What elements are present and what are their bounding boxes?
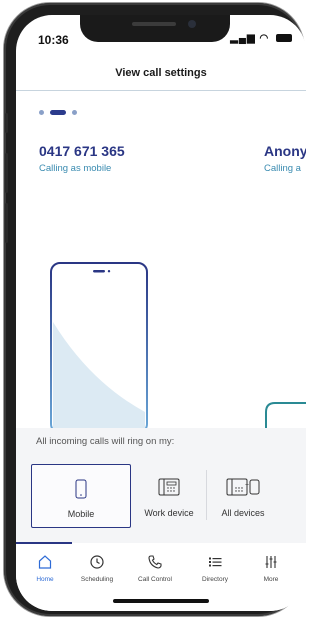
page-dot[interactable] [39,110,44,115]
ring-options-panel: All incoming calls will ring on my: Mobi… [16,428,306,543]
page-dot-active[interactable] [50,110,66,115]
tab-label: More [263,576,279,583]
tab-call-control[interactable]: Call Control [126,554,184,583]
line-subtitle: Calling as mobile [39,163,112,174]
tab-directory[interactable]: Directory [186,554,244,583]
tab-label: Directory [201,576,228,583]
battery-icon [276,34,292,43]
all-devices-icon: + [226,478,260,498]
option-divider [206,470,207,520]
tab-bar: Home Scheduling Call Control Directory M… [16,544,306,611]
clock-icon [90,555,104,569]
line-subtitle-next: Calling a [264,163,301,174]
home-indicator[interactable] [113,599,209,603]
home-icon [38,555,52,569]
mute-switch [5,113,8,133]
tab-scheduling[interactable]: Scheduling [68,554,126,583]
notch [80,15,230,42]
tab-more[interactable]: More [242,554,300,583]
list-icon [209,557,222,567]
page-title: View call settings [115,67,207,79]
status-icons: ▂▄▆ ◠ [230,33,292,44]
ring-option-all-devices[interactable]: + All devices [208,464,278,526]
ring-option-label: All devices [221,508,265,518]
tab-label: Scheduling [80,576,114,583]
signal-icon: ▂▄▆ [230,33,256,44]
wifi-icon: ◠ [259,33,270,44]
camera [188,20,196,28]
phone-handset-icon [148,555,162,569]
line-number[interactable]: 0417 671 365 [39,143,125,159]
page-dot[interactable] [72,110,77,115]
tab-home[interactable]: Home [16,554,74,583]
line-number-next[interactable]: Anony [264,143,306,159]
sliders-icon [265,556,277,568]
screen: 10:36 ▂▄▆ ◠ View call settings 0417 671 … [16,15,306,611]
ring-option-mobile[interactable]: Mobile [31,464,131,528]
mobile-illustration [50,262,148,432]
tab-label: Home [36,576,54,583]
phone-frame: 10:36 ▂▄▆ ◠ View call settings 0417 671 … [4,3,306,616]
header-divider [16,90,306,91]
svg-text:+: + [245,482,249,489]
ring-label: All incoming calls will ring on my: [36,436,175,447]
ring-option-work-device[interactable]: Work device [134,464,204,526]
status-time: 10:36 [38,33,69,47]
ring-option-label: Mobile [67,509,95,519]
volume-down-button [5,203,8,243]
desk-phone-icon [158,478,180,498]
mobile-icon [75,479,87,501]
volume-up-button [5,153,8,193]
tab-label: Call Control [138,576,172,583]
speaker [132,22,176,26]
ring-option-label: Work device [144,508,194,518]
